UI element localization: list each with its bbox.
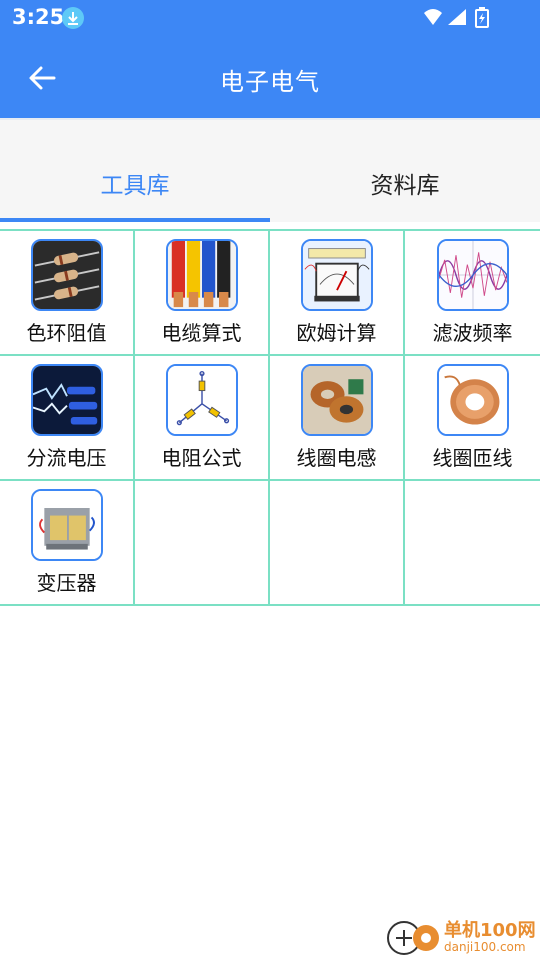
tool-item-cable[interactable]: 电缆算式	[135, 231, 270, 356]
tool-label: 分流电压	[26, 446, 107, 470]
tool-label: 电阻公式	[161, 446, 242, 470]
wifi-icon	[424, 9, 442, 25]
empty-cell	[405, 481, 540, 606]
resistor-network-icon	[165, 364, 238, 436]
watermark-name: 单机100网	[444, 920, 536, 941]
watermark-logo-icon	[387, 921, 439, 955]
copper-coil-icon	[436, 364, 509, 436]
tab-indicator	[0, 218, 270, 222]
tool-label: 欧姆计算	[296, 321, 377, 345]
tool-grid: 色环阻值 电缆算式 欧姆计算 滤波频率 分流电压 电阻公式 线圈电感 线圈匝线 …	[0, 229, 540, 606]
transformer-icon	[30, 489, 103, 561]
tool-item-shunt-voltage[interactable]: 分流电压	[0, 356, 135, 481]
status-bar: 3:25	[0, 0, 540, 36]
battery-icon	[475, 7, 489, 28]
tool-label: 色环阻值	[26, 321, 107, 345]
inductor-coil-icon	[300, 364, 373, 436]
watermark: 单机100网 danji100.com	[386, 914, 536, 960]
empty-cell	[270, 481, 405, 606]
app-bar: 电子电气	[0, 36, 540, 118]
waveform-icon	[436, 239, 509, 311]
resistor-color-icon	[30, 239, 103, 311]
status-time: 3:25	[12, 5, 65, 29]
tool-item-coil-inductance[interactable]: 线圈电感	[270, 356, 405, 481]
signal-icon	[448, 9, 466, 25]
tool-item-resistor-color[interactable]: 色环阻值	[0, 231, 135, 356]
cable-icon	[165, 239, 238, 311]
tool-item-resistor-formula[interactable]: 电阻公式	[135, 356, 270, 481]
empty-cell	[135, 481, 270, 606]
tool-label: 变压器	[36, 571, 97, 595]
electric-arc-icon	[30, 364, 103, 436]
tool-item-ohm[interactable]: 欧姆计算	[270, 231, 405, 356]
tab-bar: 工具库 资料库	[0, 120, 540, 222]
tab-tool-library[interactable]: 工具库	[0, 120, 270, 222]
tool-item-coil-turns[interactable]: 线圈匝线	[405, 356, 540, 481]
tool-item-filter[interactable]: 滤波频率	[405, 231, 540, 356]
status-icons	[424, 7, 489, 28]
tab-resource-library[interactable]: 资料库	[270, 120, 540, 222]
tool-label: 滤波频率	[432, 321, 513, 345]
tool-label: 电缆算式	[161, 321, 242, 345]
page-title: 电子电气	[220, 68, 320, 96]
watermark-url: danji100.com	[444, 940, 526, 954]
tool-label: 线圈电感	[296, 446, 377, 470]
tool-item-transformer[interactable]: 变压器	[0, 481, 135, 606]
download-icon	[62, 7, 84, 29]
tool-label: 线圈匝线	[432, 446, 513, 470]
multimeter-icon	[300, 239, 373, 311]
